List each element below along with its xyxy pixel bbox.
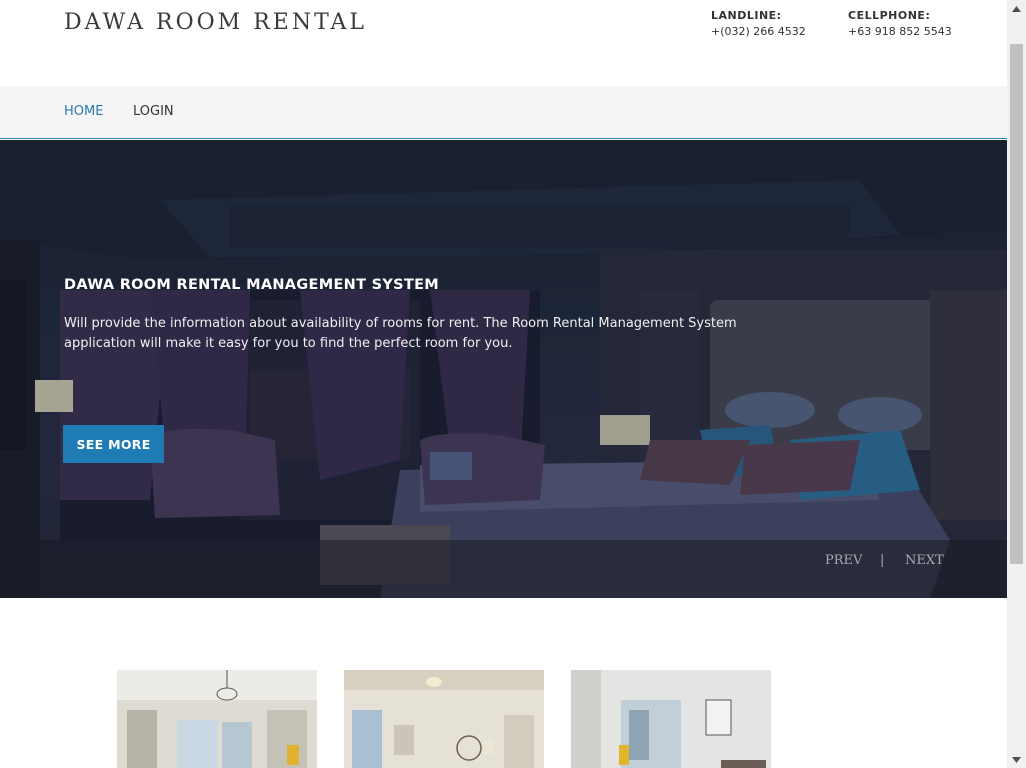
room-photo-1 bbox=[117, 670, 317, 768]
chevron-down-icon[interactable] bbox=[1007, 751, 1026, 768]
slider-prev-link[interactable]: PREV bbox=[825, 553, 862, 568]
room-thumbnail-3[interactable] bbox=[571, 670, 771, 768]
slider-separator: | bbox=[880, 553, 885, 568]
chevron-up-icon[interactable] bbox=[1007, 0, 1026, 17]
site-title[interactable]: DAWA ROOM RENTAL bbox=[64, 10, 367, 35]
page: DAWA ROOM RENTAL LANDLINE: +(032) 266 45… bbox=[0, 0, 1007, 768]
room-photo-3 bbox=[571, 670, 771, 768]
room-thumbnail-1[interactable] bbox=[117, 670, 317, 768]
see-more-button[interactable]: SEE MORE bbox=[63, 425, 164, 463]
hero-title: DAWA ROOM RENTAL MANAGEMENT SYSTEM bbox=[64, 277, 440, 293]
hero-slider: DAWA ROOM RENTAL MANAGEMENT SYSTEM Will … bbox=[0, 140, 1007, 598]
room-thumbnail-2[interactable] bbox=[344, 670, 544, 768]
landline-value: +(032) 266 4532 bbox=[711, 25, 806, 38]
cellphone-value: +63 918 852 5543 bbox=[848, 25, 952, 38]
landline-contact: LANDLINE: +(032) 266 4532 bbox=[711, 8, 806, 40]
bedroom-background-image bbox=[0, 140, 1007, 598]
room-photo-2 bbox=[344, 670, 544, 768]
cellphone-contact: CELLPHONE: +63 918 852 5543 bbox=[848, 8, 952, 40]
cellphone-label: CELLPHONE: bbox=[848, 9, 931, 22]
navbar: HOME LOGIN bbox=[0, 86, 1007, 139]
hero-description: Will provide the information about avail… bbox=[64, 316, 737, 351]
landline-label: LANDLINE: bbox=[711, 9, 782, 22]
nav-home-link[interactable]: HOME bbox=[64, 104, 103, 119]
nav-login-link[interactable]: LOGIN bbox=[133, 104, 174, 119]
page-scrollbar[interactable] bbox=[1007, 0, 1026, 768]
slider-next-link[interactable]: NEXT bbox=[905, 553, 944, 568]
scrollbar-thumb[interactable] bbox=[1010, 44, 1023, 564]
